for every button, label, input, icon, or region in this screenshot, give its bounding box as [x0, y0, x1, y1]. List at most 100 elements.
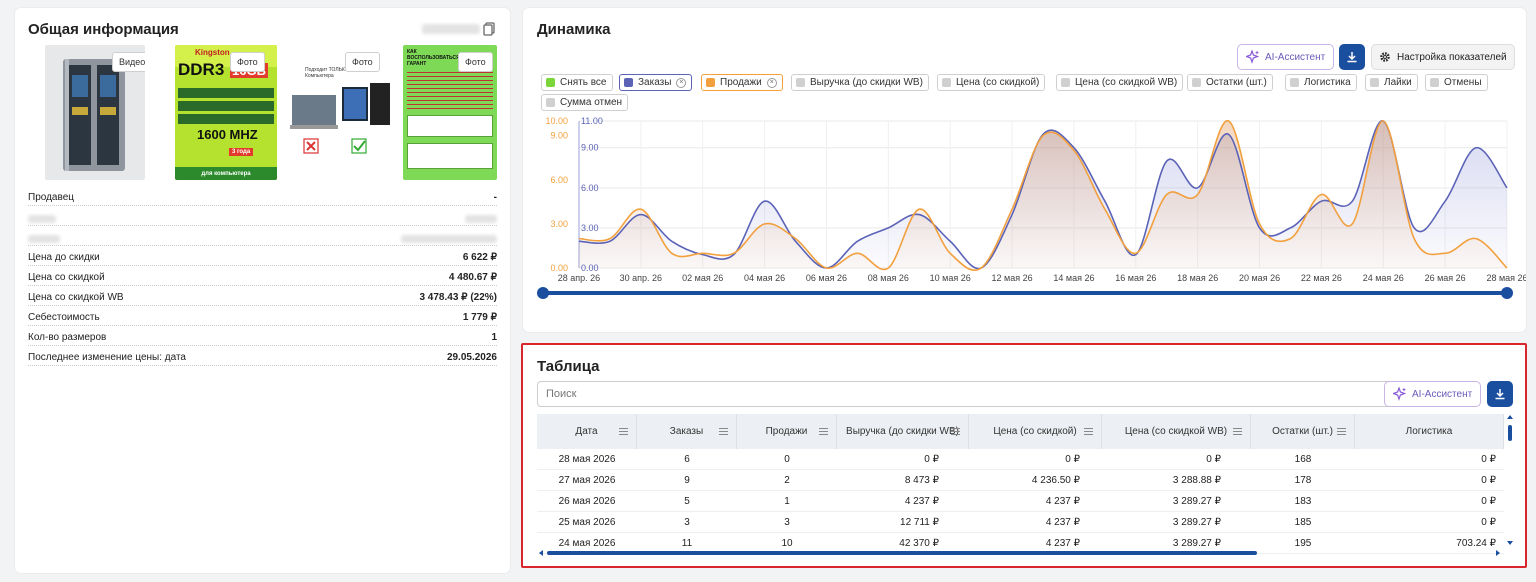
column-header[interactable]: Выручка (до скидки WB): [837, 414, 969, 449]
column-header[interactable]: Цена (со скидкой): [969, 414, 1102, 449]
x-tick-label: 12 мая 26: [992, 273, 1033, 283]
table-ai-assistant-label: AI-Ассистент: [1412, 388, 1473, 400]
column-menu-icon[interactable]: [1233, 428, 1242, 435]
x-tick-label: 28 апр. 26: [558, 273, 600, 283]
table-cell: 3 289.27 ₽: [1172, 516, 1221, 528]
table-cell: 3: [784, 516, 790, 528]
y-tick-right: 11.00: [581, 116, 603, 126]
product-photo-thumb-2[interactable]: Подходит ТОЛЬКО для Компьютера Фото: [290, 45, 393, 180]
y-tick-right: 3.00: [581, 223, 599, 233]
column-header-label: Продажи: [765, 426, 808, 437]
column-header[interactable]: Дата: [537, 414, 637, 449]
x-tick-label: 04 мая 26: [744, 273, 785, 283]
column-header[interactable]: Остатки (шт.): [1251, 414, 1355, 449]
photo-ddr-text: DDR3: [178, 60, 225, 79]
photo-button-3[interactable]: Фото: [458, 52, 493, 72]
info-row-label: Кол-во размеров: [28, 332, 107, 343]
table-title: Таблица: [537, 358, 600, 375]
scroll-left-arrow[interactable]: [539, 550, 543, 556]
column-header-label: Цена (со скидкой WB): [1124, 426, 1228, 437]
sparkle-icon: [1393, 387, 1407, 401]
info-row-value: 1 779 ₽: [462, 312, 497, 323]
copy-icon[interactable]: [482, 22, 496, 36]
table-cell: 4 237 ₽: [904, 495, 939, 507]
column-header[interactable]: Логистика: [1355, 414, 1504, 449]
product-video-thumb[interactable]: Видео: [45, 45, 145, 180]
y-tick-left: 0.00: [550, 263, 568, 273]
info-row-last-change: Последнее изменение цены: дата 29.05.2026: [28, 350, 497, 366]
range-slider-right-handle[interactable]: [1501, 287, 1513, 299]
range-slider-left-handle[interactable]: [537, 287, 549, 299]
photo-button-2[interactable]: Фото: [345, 52, 380, 72]
download-icon: [1495, 389, 1505, 400]
info-row-label: Цена со скидкой WB: [28, 292, 124, 303]
y-tick-right: 9.00: [581, 143, 599, 153]
table-cell: 26 мая 2026: [558, 495, 616, 507]
scroll-right-arrow[interactable]: [1496, 550, 1500, 556]
scroll-up-arrow[interactable]: [1507, 415, 1513, 419]
y-tick-left: 9.00: [550, 131, 568, 141]
photo-brand-text: Kingston: [195, 48, 230, 57]
column-header-label: Остатки (шт.): [1272, 426, 1333, 437]
table-cell: 11: [681, 537, 693, 549]
table-cell: 0 ₽: [1065, 453, 1080, 465]
info-row-price: Цена до скидки 6 622 ₽: [28, 250, 497, 266]
table-cell: 3: [684, 516, 690, 528]
table-cell: 2: [784, 474, 790, 486]
table-cell: 25 мая 2026: [558, 516, 616, 528]
photo-footer-text: для компьютера: [175, 167, 277, 180]
table-search-input[interactable]: [537, 381, 1392, 407]
table-cell: 9: [684, 474, 690, 486]
info-row-seller: Продавец -: [28, 190, 497, 206]
table-ai-assistant-button[interactable]: AI-Ассистент: [1384, 381, 1482, 407]
horizontal-scrollbar[interactable]: [547, 551, 1257, 555]
info-row-value: -: [493, 192, 497, 203]
column-header[interactable]: Цена (со скидкой WB): [1102, 414, 1251, 449]
column-menu-icon[interactable]: [1337, 428, 1346, 435]
table-cell: 703.24 ₽: [1456, 537, 1496, 549]
column-header[interactable]: Заказы: [637, 414, 737, 449]
table-download-button[interactable]: [1487, 381, 1513, 407]
table-cell: 6: [684, 453, 690, 465]
table-cell: 10: [781, 537, 793, 549]
table-row[interactable]: 28 мая 2026 6 0 0 ₽ 0 ₽ 0 ₽ 168 0 ₽: [537, 449, 1504, 470]
table-cell: 0 ₽: [1481, 453, 1496, 465]
general-info-card: Общая информация Видео Kingston DDR3 16G…: [15, 8, 510, 573]
column-menu-icon[interactable]: [719, 428, 728, 435]
table-row[interactable]: 27 мая 2026 9 2 8 473 ₽ 4 236.50 ₽ 3 288.88 ₽…: [537, 470, 1504, 491]
table-cell: 42 370 ₽: [899, 537, 939, 549]
table-cell: 168: [1294, 453, 1312, 465]
table-cell: 4 237 ₽: [1045, 537, 1080, 549]
x-tick-label: 22 мая 26: [1301, 273, 1342, 283]
column-menu-icon[interactable]: [819, 428, 828, 435]
scroll-down-arrow[interactable]: [1507, 541, 1513, 545]
table-cell: 0 ₽: [1481, 516, 1496, 528]
table-cell: 0 ₽: [924, 453, 939, 465]
product-photo-thumb-1[interactable]: Kingston DDR3 16GB 1600 MHZ 3 года для к…: [175, 45, 277, 180]
info-row-label: Продавец: [28, 192, 74, 203]
general-info-title: Общая информация: [28, 21, 179, 38]
table-cell: 12 711 ₽: [900, 516, 939, 528]
x-tick-label: 10 мая 26: [930, 273, 971, 283]
column-header-label: Заказы: [669, 426, 704, 437]
column-header-label: Выручка (до скидки WB): [846, 426, 959, 437]
table-cell: 183: [1294, 495, 1312, 507]
column-header[interactable]: Продажи: [737, 414, 837, 449]
column-menu-icon[interactable]: [619, 428, 628, 435]
column-menu-icon[interactable]: [1084, 428, 1093, 435]
x-tick-label: 24 мая 26: [1363, 273, 1404, 283]
video-button[interactable]: Видео: [112, 52, 145, 72]
photo-button-1[interactable]: Фото: [230, 52, 265, 72]
table-cell: 4 237 ₽: [1045, 495, 1080, 507]
redacted-label: [28, 215, 56, 223]
info-row-wb-price: Цена со скидкой WB 3 478.43 ₽ (22%): [28, 290, 497, 306]
table-cell: 0 ₽: [1206, 453, 1221, 465]
product-photo-thumb-3[interactable]: КАК ВОСПОЛЬЗОВАТЬСЯ ГАРАНТ Фото: [403, 45, 497, 180]
y-tick-right: 0.00: [581, 263, 599, 273]
table-cell: 4 237 ₽: [1045, 516, 1080, 528]
table-row[interactable]: 26 мая 2026 5 1 4 237 ₽ 4 237 ₽ 3 289.27 ₽ 183…: [537, 491, 1504, 512]
column-menu-icon[interactable]: [951, 428, 960, 435]
x-tick-label: 06 мая 26: [806, 273, 847, 283]
table-row[interactable]: 25 мая 2026 3 3 12 711 ₽ 4 237 ₽ 3 289.27 ₽ 18…: [537, 512, 1504, 533]
vertical-scrollbar[interactable]: [1508, 425, 1512, 441]
